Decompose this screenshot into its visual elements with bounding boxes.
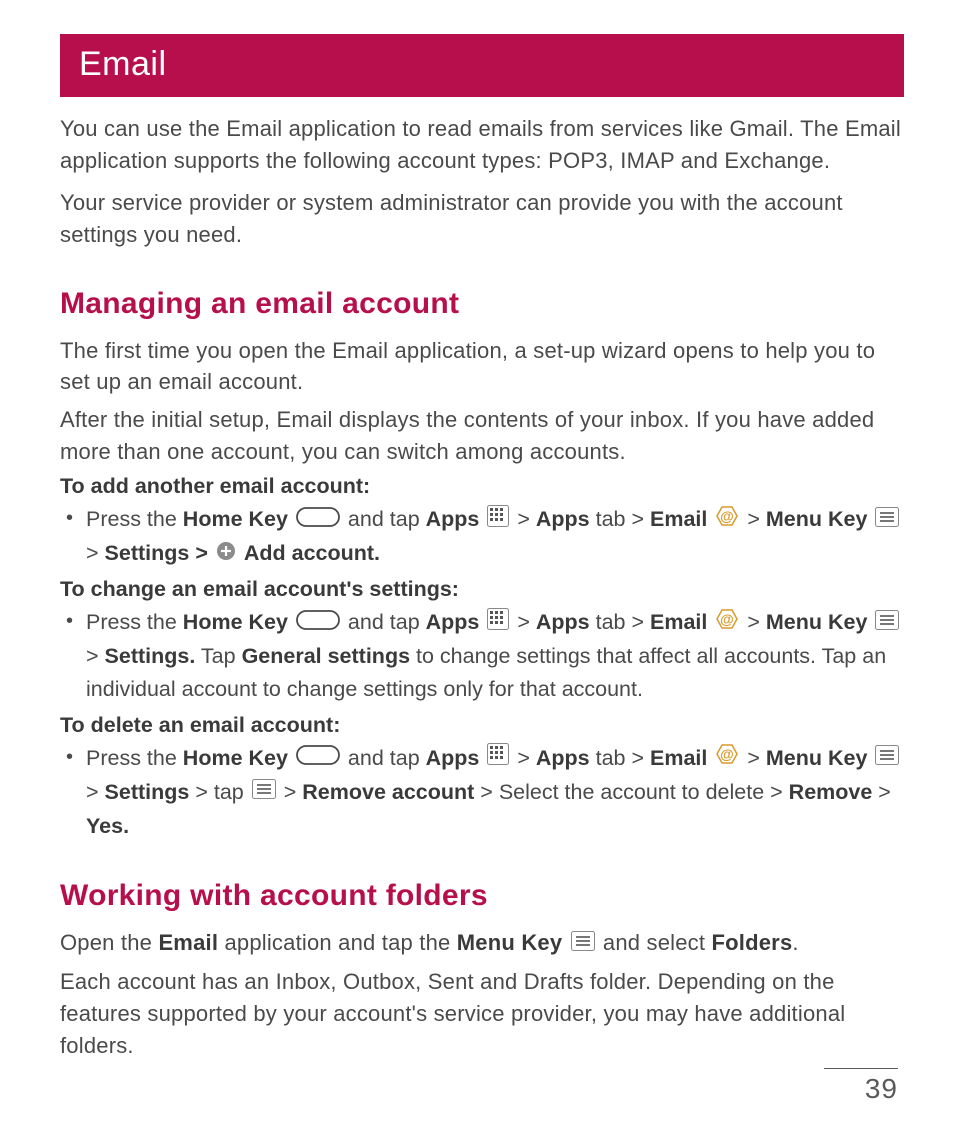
text: tab > [590, 746, 650, 770]
apps-grid-icon [487, 607, 509, 640]
apps-label: Apps [426, 507, 480, 531]
menu-key-icon [875, 607, 899, 640]
section2-p2: Each account has an Inbox, Outbox, Sent … [60, 966, 904, 1062]
home-key-label: Home Key [183, 507, 288, 531]
yes-label: Yes. [86, 814, 129, 838]
separator: > [517, 746, 536, 770]
menu-key-icon [875, 742, 899, 775]
text: Press the [86, 610, 183, 634]
section1-p1: The first time you open the Email applic… [60, 335, 904, 399]
separator: > [517, 507, 536, 531]
text: and tap [348, 507, 426, 531]
menu-key-label: Menu Key [457, 930, 563, 955]
apps-grid-icon [487, 504, 509, 537]
folders-label: Folders [712, 930, 793, 955]
add-account-label: Add account. [244, 541, 380, 565]
page-title: Email [60, 34, 904, 97]
home-key-icon [296, 607, 340, 640]
email-at-icon: @ [715, 607, 739, 640]
menu-key-label: Menu Key [766, 610, 868, 634]
separator: > [284, 780, 303, 804]
settings-label: Settings > [105, 541, 214, 565]
text: . [792, 930, 798, 955]
apps-label: Apps [426, 746, 480, 770]
menu-key-icon [571, 928, 595, 960]
email-at-icon: @ [715, 742, 739, 775]
bullet-add-account: Press the Home Key and tap Apps > Apps t… [60, 503, 904, 571]
section-heading-managing: Managing an email account [60, 287, 904, 321]
menu-key-icon [252, 776, 276, 809]
text: and tap [348, 610, 426, 634]
separator: > [86, 541, 105, 565]
bullet-change-settings: Press the Home Key and tap Apps > Apps t… [60, 606, 904, 707]
email-label: Email [650, 746, 707, 770]
remove-label: Remove [789, 780, 873, 804]
separator: > [747, 507, 766, 531]
apps-grid-icon [487, 742, 509, 775]
text: > Select the account to delete > [474, 780, 788, 804]
menu-key-label: Menu Key [766, 746, 868, 770]
separator: > [517, 610, 536, 634]
subheader-change-settings: To change an email account's settings: [60, 577, 904, 602]
apps-tab-label: Apps [536, 507, 590, 531]
apps-label: Apps [426, 610, 480, 634]
text: > tap [189, 780, 249, 804]
page-number-rule [824, 1068, 898, 1069]
text: Tap [195, 644, 241, 668]
section1-p2: After the initial setup, Email displays … [60, 404, 904, 468]
settings-label: Settings [105, 780, 190, 804]
section2-p1: Open the Email application and tap the M… [60, 927, 904, 960]
settings-label: Settings. [105, 644, 196, 668]
page-number: 39 [824, 1073, 898, 1105]
menu-key-label: Menu Key [766, 507, 868, 531]
section-heading-folders: Working with account folders [60, 879, 904, 913]
text: and select [603, 930, 712, 955]
bullet-list-change: Press the Home Key and tap Apps > Apps t… [60, 606, 904, 707]
page-number-block: 39 [824, 1068, 898, 1105]
home-key-label: Home Key [183, 746, 288, 770]
home-key-label: Home Key [183, 610, 288, 634]
text: Open the [60, 930, 158, 955]
separator: > [86, 644, 105, 668]
svg-text:@: @ [721, 746, 735, 762]
email-at-icon: @ [715, 504, 739, 537]
bullet-delete-account: Press the Home Key and tap Apps > Apps t… [60, 742, 904, 843]
general-settings-label: General settings [242, 644, 410, 668]
separator: > [86, 780, 105, 804]
text: tab > [590, 610, 650, 634]
home-key-icon [296, 742, 340, 775]
menu-key-icon [875, 504, 899, 537]
subheader-add-account: To add another email account: [60, 474, 904, 499]
text: application and tap the [218, 930, 457, 955]
home-key-icon [296, 504, 340, 537]
remove-account-label: Remove account [302, 780, 474, 804]
text: tab > [590, 507, 650, 531]
svg-text:@: @ [721, 508, 735, 524]
intro-paragraph-1: You can use the Email application to rea… [60, 113, 904, 177]
manual-page: Email You can use the Email application … [0, 0, 954, 1145]
email-label: Email [650, 507, 707, 531]
intro-paragraph-2: Your service provider or system administ… [60, 187, 904, 251]
apps-tab-label: Apps [536, 746, 590, 770]
svg-text:@: @ [721, 611, 735, 627]
separator: > [747, 610, 766, 634]
text: and tap [348, 746, 426, 770]
text: Press the [86, 507, 183, 531]
bullet-list-delete: Press the Home Key and tap Apps > Apps t… [60, 742, 904, 843]
email-label: Email [650, 610, 707, 634]
separator: > [747, 746, 766, 770]
subheader-delete-account: To delete an email account: [60, 713, 904, 738]
add-plus-icon [216, 538, 236, 571]
text: Press the [86, 746, 183, 770]
bullet-list-add: Press the Home Key and tap Apps > Apps t… [60, 503, 904, 571]
separator: > [872, 780, 891, 804]
email-label: Email [158, 930, 218, 955]
apps-tab-label: Apps [536, 610, 590, 634]
